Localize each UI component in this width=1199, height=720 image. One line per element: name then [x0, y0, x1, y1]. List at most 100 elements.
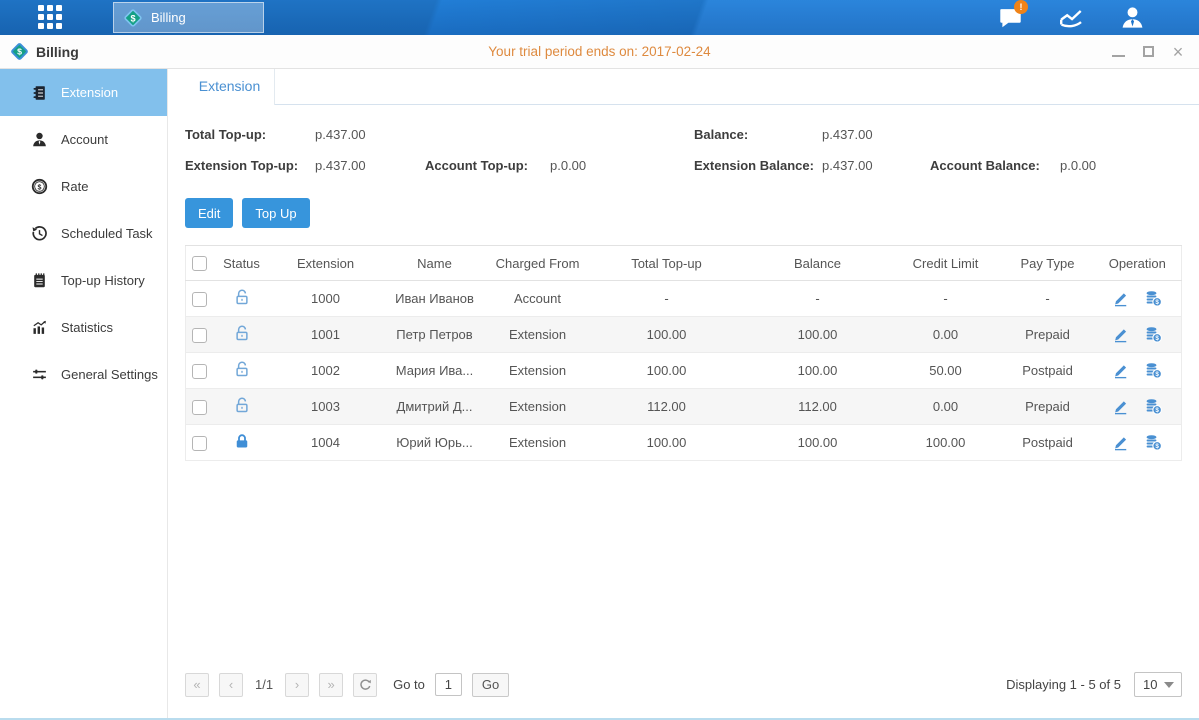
column-header-pay-type: Pay Type — [1002, 246, 1094, 281]
table-row: 1000 Иван Иванов Account - - - - $ — [186, 281, 1182, 317]
cell-pay-type: Postpaid — [1002, 425, 1094, 461]
topup-history-notepad-icon — [31, 272, 48, 289]
reports-chart-icon[interactable] — [1056, 3, 1086, 33]
table-header-row: Status Extension Name Charged From Total… — [186, 246, 1182, 281]
row-checkbox[interactable] — [192, 436, 207, 451]
top-up-button[interactable]: Top Up — [242, 198, 309, 228]
go-button[interactable]: Go — [472, 673, 509, 697]
sidebar-item-topup-history[interactable]: Top-up History — [0, 257, 167, 304]
cell-charged-from: Extension — [488, 389, 588, 425]
cell-credit-limit: 0.00 — [890, 389, 1002, 425]
extension-page: Extension Total Top-up: p.437.00 Balance… — [168, 69, 1199, 718]
cell-total-topup: 100.00 — [588, 317, 746, 353]
minimize-icon[interactable] — [1111, 45, 1125, 59]
user-account-icon[interactable] — [1117, 3, 1147, 33]
notifications-chat-icon[interactable]: ! — [995, 3, 1025, 33]
cell-total-topup: 100.00 — [588, 353, 746, 389]
goto-label: Go to — [393, 677, 425, 692]
edit-pencil-icon[interactable] — [1112, 433, 1130, 452]
svg-text:$: $ — [1155, 407, 1159, 414]
sidebar-item-statistics[interactable]: Statistics — [0, 304, 167, 351]
cell-balance: - — [746, 281, 890, 317]
notification-badge: ! — [1014, 0, 1028, 14]
cell-total-topup: 100.00 — [588, 425, 746, 461]
refresh-button[interactable] — [353, 673, 377, 697]
page-size-select[interactable]: 10 — [1134, 672, 1182, 697]
cell-pay-type: Postpaid — [1002, 353, 1094, 389]
cell-balance: 100.00 — [746, 425, 890, 461]
app-launcher-grid-icon[interactable] — [38, 5, 65, 30]
edit-pencil-icon[interactable] — [1112, 289, 1130, 308]
sidebar-item-scheduled-task[interactable]: Scheduled Task — [0, 210, 167, 257]
cell-balance: 100.00 — [746, 317, 890, 353]
chevron-down-icon — [1164, 682, 1174, 688]
top-up-coins-icon[interactable]: $ — [1144, 361, 1163, 380]
table-row: 1003 Дмитрий Д... Extension 112.00 112.0… — [186, 389, 1182, 425]
cell-extension: 1003 — [270, 389, 382, 425]
cell-charged-from: Account — [488, 281, 588, 317]
extension-topup-label: Extension Top-up: — [185, 158, 315, 173]
trial-period-message: Your trial period ends on: 2017-02-24 — [0, 44, 1199, 59]
top-up-coins-icon[interactable]: $ — [1144, 397, 1163, 416]
last-page-button[interactable]: » — [319, 673, 343, 697]
top-up-coins-icon[interactable]: $ — [1144, 433, 1163, 452]
sidebar-item-rate[interactable]: $ Rate — [0, 163, 167, 210]
sidebar-item-extension[interactable]: Extension — [0, 69, 167, 116]
first-page-button[interactable]: « — [185, 673, 209, 697]
cell-name: Иван Иванов — [382, 281, 488, 317]
taskbar-tab-label: Billing — [151, 10, 186, 25]
svg-text:$: $ — [1155, 299, 1159, 306]
svg-text:$: $ — [38, 183, 42, 191]
select-all-checkbox[interactable] — [192, 256, 207, 271]
tab-extension[interactable]: Extension — [185, 69, 275, 105]
table-row: 1002 Мария Ива... Extension 100.00 100.0… — [186, 353, 1182, 389]
account-balance-value: p.0.00 — [1060, 158, 1096, 173]
maximize-icon[interactable] — [1141, 45, 1155, 59]
status-lock-icon — [233, 432, 251, 451]
edit-pencil-icon[interactable] — [1112, 397, 1130, 416]
sidebar-item-general-settings[interactable]: General Settings — [0, 351, 167, 398]
edit-pencil-icon[interactable] — [1112, 325, 1130, 344]
billing-sidebar: Extension Account $ Rate — [0, 69, 168, 718]
pagination-footer: « ‹ 1/1 › » Go to Go — [168, 672, 1199, 718]
svg-text:$: $ — [1155, 371, 1159, 378]
cell-total-topup: 112.00 — [588, 389, 746, 425]
statistics-chart-icon — [31, 319, 48, 336]
cell-balance: 112.00 — [746, 389, 890, 425]
top-up-coins-icon[interactable]: $ — [1144, 289, 1163, 308]
cell-credit-limit: 50.00 — [890, 353, 1002, 389]
sidebar-item-account[interactable]: Account — [0, 116, 167, 163]
displaying-range-text: Displaying 1 - 5 of 5 — [1006, 677, 1121, 692]
account-topup-value: p.0.00 — [550, 158, 586, 173]
total-topup-value: p.437.00 — [315, 127, 366, 142]
desktop-top-bar: $ Billing ! — [0, 0, 1199, 35]
svg-text:$: $ — [1155, 443, 1159, 450]
general-settings-sliders-icon — [31, 366, 48, 383]
edit-button[interactable]: Edit — [185, 198, 233, 228]
status-lock-icon — [233, 288, 251, 307]
cell-pay-type: Prepaid — [1002, 389, 1094, 425]
column-header-name: Name — [382, 246, 488, 281]
column-header-charged-from: Charged From — [488, 246, 588, 281]
cell-pay-type: Prepaid — [1002, 317, 1094, 353]
cell-charged-from: Extension — [488, 353, 588, 389]
sidebar-item-label: Top-up History — [61, 273, 145, 288]
row-checkbox[interactable] — [192, 292, 207, 307]
extension-balance-label: Extension Balance: — [694, 158, 822, 173]
close-icon[interactable]: × — [1171, 45, 1185, 59]
next-page-button[interactable]: › — [285, 673, 309, 697]
edit-pencil-icon[interactable] — [1112, 361, 1130, 380]
previous-page-button[interactable]: ‹ — [219, 673, 243, 697]
sidebar-item-label: Rate — [61, 179, 88, 194]
taskbar-tab-billing[interactable]: $ Billing — [113, 2, 264, 33]
top-up-coins-icon[interactable]: $ — [1144, 325, 1163, 344]
goto-page-input[interactable] — [435, 673, 462, 696]
row-checkbox[interactable] — [192, 400, 207, 415]
svg-text:$: $ — [1155, 335, 1159, 342]
row-checkbox[interactable] — [192, 364, 207, 379]
cell-charged-from: Extension — [488, 317, 588, 353]
column-header-total-topup: Total Top-up — [588, 246, 746, 281]
row-checkbox[interactable] — [192, 328, 207, 343]
column-header-credit-limit: Credit Limit — [890, 246, 1002, 281]
sidebar-item-label: Statistics — [61, 320, 113, 335]
